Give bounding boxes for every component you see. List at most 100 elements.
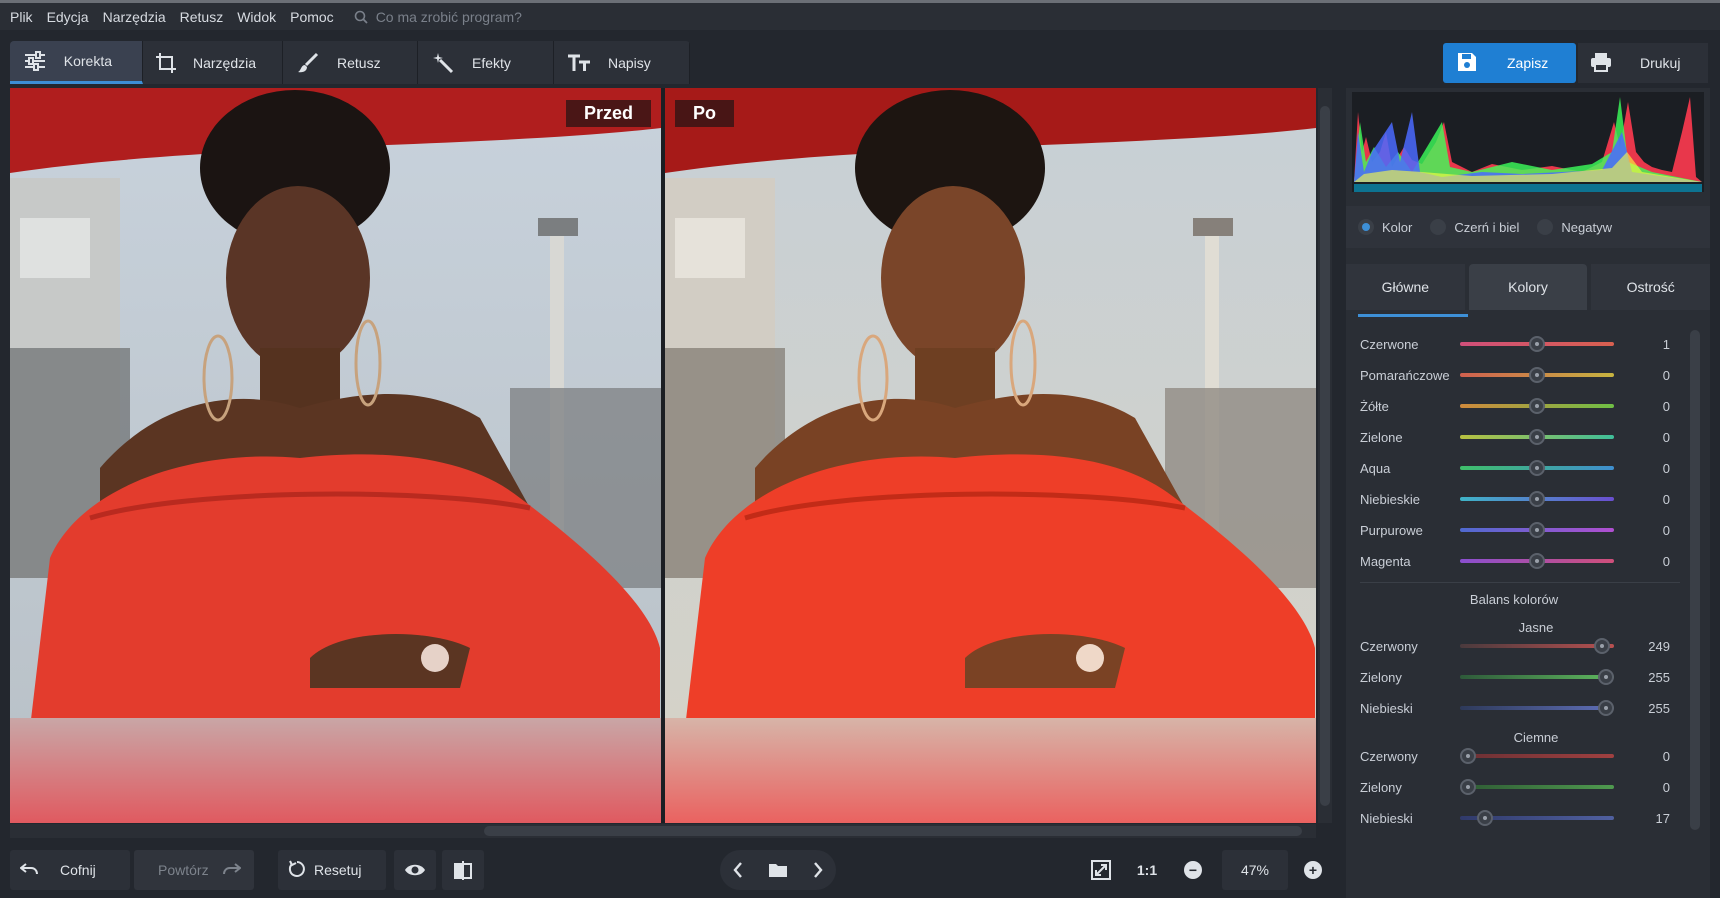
photo-before: Przed bbox=[10, 88, 661, 823]
scroll-thumb[interactable] bbox=[484, 826, 1302, 836]
tab-label: Narzędzia bbox=[193, 54, 257, 71]
tab-label: Napisy bbox=[608, 54, 651, 71]
tab-kolory[interactable]: Kolory bbox=[1468, 264, 1588, 310]
slider-track[interactable] bbox=[1460, 748, 1614, 764]
mode-label: Czerń i biel bbox=[1454, 219, 1520, 235]
scroll-thumb[interactable] bbox=[1690, 330, 1700, 830]
slider-handle[interactable] bbox=[1529, 491, 1545, 507]
tab-indicator bbox=[1358, 314, 1468, 317]
tab-narzedzia[interactable]: Narzędzia bbox=[143, 41, 283, 84]
menu-tools[interactable]: Narzędzia bbox=[103, 9, 166, 25]
slider-track[interactable] bbox=[1460, 669, 1614, 685]
slider-track[interactable] bbox=[1460, 367, 1614, 383]
panel-scrollbar[interactable] bbox=[1686, 320, 1704, 880]
slider-label: Czerwony bbox=[1360, 748, 1418, 764]
menu-edit[interactable]: Edycja bbox=[47, 9, 89, 25]
redo-button[interactable]: Powtórz bbox=[134, 850, 254, 890]
slider-label: Zielony bbox=[1360, 779, 1402, 795]
slider-value: 0 bbox=[1662, 367, 1670, 383]
slider-handle[interactable] bbox=[1460, 779, 1476, 795]
tab-napisy[interactable]: Napisy bbox=[554, 41, 690, 84]
actual-size-button[interactable]: 1:1 bbox=[1126, 850, 1168, 890]
redo-icon bbox=[222, 862, 242, 878]
slider-handle[interactable] bbox=[1529, 429, 1545, 445]
tab-ostrosc[interactable]: Ostrość bbox=[1591, 264, 1711, 310]
photo-after: Po bbox=[665, 88, 1316, 823]
slider-value: 0 bbox=[1662, 748, 1670, 764]
slider-handle[interactable] bbox=[1529, 367, 1545, 383]
menu-help[interactable]: Pomoc bbox=[290, 9, 334, 25]
slider-track[interactable] bbox=[1460, 810, 1614, 826]
fit-to-screen-button[interactable] bbox=[1080, 850, 1122, 890]
slider-row: Czerwone 1 bbox=[1360, 334, 1670, 354]
slider-value: 249 bbox=[1648, 638, 1670, 654]
tab-glowne[interactable]: Główne bbox=[1346, 264, 1465, 310]
slider-handle[interactable] bbox=[1529, 336, 1545, 352]
tab-retusz[interactable]: Retusz bbox=[283, 41, 418, 84]
slider-track[interactable] bbox=[1460, 553, 1614, 569]
undo-label: Cofnij bbox=[60, 862, 96, 878]
crop-icon bbox=[155, 50, 177, 76]
chevron-right-icon[interactable] bbox=[813, 862, 823, 878]
zoom-level[interactable]: 47% bbox=[1222, 850, 1288, 890]
slider-track[interactable] bbox=[1460, 460, 1614, 476]
save-button[interactable]: Zapisz bbox=[1443, 43, 1576, 83]
chevron-left-icon[interactable] bbox=[733, 862, 743, 878]
mode-label: Negatyw bbox=[1561, 219, 1612, 235]
slider-row: Czerwony 249 bbox=[1360, 636, 1670, 656]
slider-track[interactable] bbox=[1460, 491, 1614, 507]
image-navigation bbox=[720, 850, 836, 890]
mode-black-white[interactable]: Czerń i biel bbox=[1430, 219, 1519, 235]
scroll-thumb[interactable] bbox=[1320, 106, 1330, 806]
slider-handle[interactable] bbox=[1598, 669, 1614, 685]
slider-track[interactable] bbox=[1460, 429, 1614, 445]
slider-handle[interactable] bbox=[1529, 553, 1545, 569]
slider-handle[interactable] bbox=[1460, 748, 1476, 764]
slider-label: Zielony bbox=[1360, 669, 1402, 685]
undo-button[interactable]: Cofnij bbox=[10, 850, 130, 890]
zoom-in-button[interactable]: + bbox=[1292, 850, 1334, 890]
tab-label: Korekta bbox=[63, 53, 112, 69]
image-canvas[interactable]: Przed Po bbox=[10, 88, 1316, 823]
compare-view-button[interactable] bbox=[442, 850, 484, 890]
histogram bbox=[1352, 92, 1704, 192]
menu-retouch[interactable]: Retusz bbox=[180, 9, 224, 25]
save-icon bbox=[1457, 52, 1477, 75]
slider-track[interactable] bbox=[1460, 398, 1614, 414]
slider-handle[interactable] bbox=[1598, 700, 1614, 716]
reset-button[interactable]: Resetuj bbox=[278, 850, 386, 890]
folder-icon[interactable] bbox=[768, 862, 788, 878]
reset-label: Resetuj bbox=[314, 862, 362, 878]
slider-track[interactable] bbox=[1460, 779, 1614, 795]
menu-file[interactable]: Plik bbox=[10, 9, 33, 25]
tab-efekty[interactable]: Efekty bbox=[418, 41, 554, 84]
slider-label: Niebieski bbox=[1360, 810, 1413, 826]
menu-view[interactable]: Widok bbox=[237, 9, 276, 25]
preview-toggle-button[interactable] bbox=[394, 850, 436, 890]
print-button[interactable]: Drukuj bbox=[1578, 43, 1708, 83]
slider-value: 0 bbox=[1662, 779, 1670, 795]
slider-handle[interactable] bbox=[1593, 638, 1610, 654]
slider-handle[interactable] bbox=[1529, 460, 1545, 476]
slider-row: Czerwony 0 bbox=[1360, 746, 1670, 766]
slider-handle[interactable] bbox=[1529, 398, 1545, 414]
slider-row: Zielony 0 bbox=[1360, 777, 1670, 797]
tab-korekta[interactable]: Korekta bbox=[10, 41, 143, 84]
slider-handle[interactable] bbox=[1476, 810, 1493, 826]
canvas-horizontal-scrollbar[interactable] bbox=[10, 824, 1316, 838]
mode-color[interactable]: Kolor bbox=[1358, 219, 1412, 235]
slider-value: 255 bbox=[1648, 669, 1670, 685]
slider-track[interactable] bbox=[1460, 638, 1614, 654]
slider-track[interactable] bbox=[1460, 336, 1614, 352]
slider-track[interactable] bbox=[1460, 700, 1614, 716]
slider-handle[interactable] bbox=[1529, 522, 1545, 538]
slider-value: 1 bbox=[1662, 336, 1670, 352]
zoom-out-button[interactable]: − bbox=[1172, 850, 1214, 890]
slider-value: 0 bbox=[1662, 398, 1670, 414]
split-view-icon bbox=[454, 861, 472, 880]
canvas-vertical-scrollbar[interactable] bbox=[1318, 88, 1332, 823]
slider-track[interactable] bbox=[1460, 522, 1614, 538]
adjustments-panel: Kolor Czerń i biel Negatyw Główne Kolory… bbox=[1346, 88, 1711, 898]
mode-negative[interactable]: Negatyw bbox=[1537, 219, 1612, 235]
search-box[interactable]: Co ma zrobić program? bbox=[354, 9, 522, 25]
